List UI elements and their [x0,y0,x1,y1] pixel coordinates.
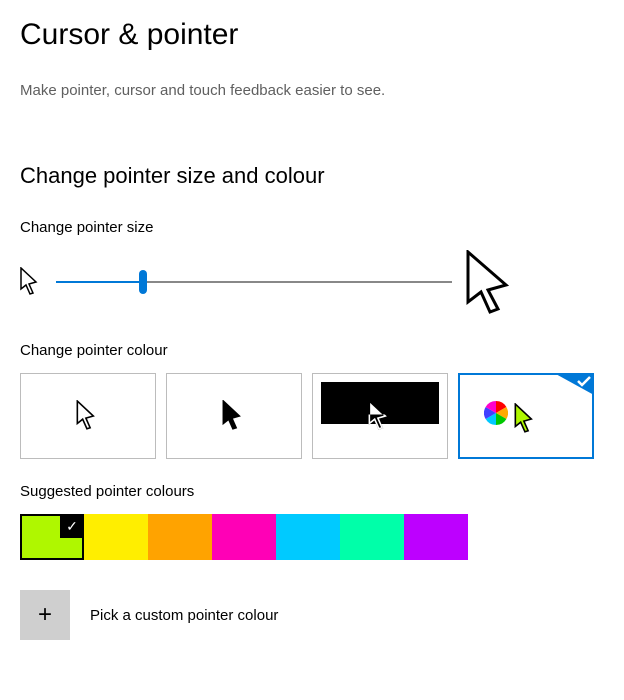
pointer-small-icon [20,267,42,297]
pointer-size-slider[interactable] [56,270,452,294]
colour-wheel-icon [484,401,508,425]
colour-swatch[interactable] [404,514,468,560]
check-icon: ✓ [60,514,84,538]
pointer-size-slider-row [20,250,580,314]
scheme-custom[interactable] [458,373,594,459]
colour-label: Change pointer colour [20,342,604,359]
colour-swatch[interactable] [276,514,340,560]
pointer-colour-schemes [20,373,604,459]
scheme-white[interactable] [20,373,156,459]
cursor-icon [368,400,392,432]
plus-icon: + [38,601,52,629]
page-title: Cursor & pointer [20,18,604,52]
selected-check-icon [554,373,594,395]
section-heading-size-colour: Change pointer size and colour [20,163,604,189]
cursor-icon [76,400,100,432]
cursor-icon [222,400,246,432]
page-subtitle: Make pointer, cursor and touch feedback … [20,82,604,99]
colour-swatch[interactable] [84,514,148,560]
size-label: Change pointer size [20,219,604,236]
cursor-icon [514,403,538,435]
suggested-colour-swatches: ✓ [20,514,604,560]
add-custom-colour-button[interactable]: + [20,590,70,640]
colour-swatch[interactable] [340,514,404,560]
custom-colour-label: Pick a custom pointer colour [90,607,278,624]
colour-swatch[interactable]: ✓ [20,514,84,560]
scheme-black[interactable] [166,373,302,459]
suggested-label: Suggested pointer colours [20,483,604,500]
pointer-large-icon [466,250,518,314]
custom-colour-row: + Pick a custom pointer colour [20,590,604,640]
colour-swatch[interactable] [148,514,212,560]
colour-swatch[interactable] [212,514,276,560]
scheme-inverted[interactable] [312,373,448,459]
